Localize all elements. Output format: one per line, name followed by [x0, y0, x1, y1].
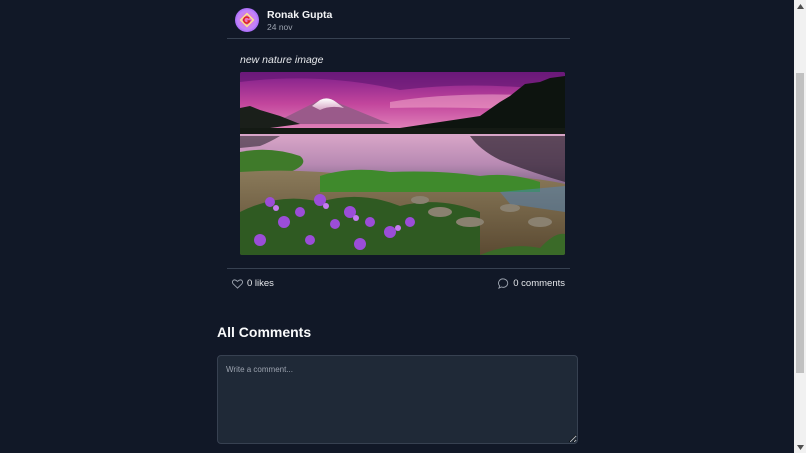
post-actions: 0 likes 0 comments [227, 268, 570, 303]
post-caption: new nature image [240, 54, 324, 66]
avatar-logo-icon [239, 12, 255, 28]
post-header: Ronak Gupta 24 nov [227, 0, 570, 39]
scroll-up-button[interactable] [794, 0, 806, 12]
scroll-up-arrow-icon [796, 3, 804, 9]
comments-button[interactable]: 0 comments [498, 278, 565, 289]
comments-heading: All Comments [217, 324, 312, 340]
comment-input[interactable] [217, 355, 578, 444]
nature-landscape-image [240, 72, 565, 255]
post-date: 24 nov [267, 22, 293, 32]
likes-count: 0 likes [247, 278, 274, 289]
comments-count: 0 comments [513, 278, 565, 289]
chat-bubble-icon [498, 278, 509, 289]
scroll-down-button[interactable] [794, 441, 806, 453]
page-viewport: Ronak Gupta 24 nov new nature image 0 li… [0, 0, 794, 453]
scroll-down-arrow-icon [796, 444, 804, 450]
like-button[interactable]: 0 likes [232, 278, 274, 289]
avatar[interactable] [235, 8, 259, 32]
post-image [240, 72, 565, 255]
heart-icon [232, 278, 243, 289]
scroll-thumb[interactable] [796, 73, 804, 373]
vertical-scrollbar[interactable] [794, 0, 806, 453]
author-name[interactable]: Ronak Gupta [267, 9, 332, 21]
